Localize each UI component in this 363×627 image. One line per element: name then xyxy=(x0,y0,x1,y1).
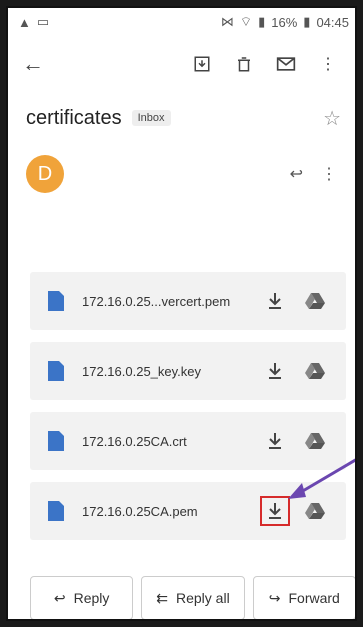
avatar[interactable]: D xyxy=(26,155,64,193)
sender-actions: ↩ ⋮ xyxy=(290,164,337,184)
file-icon xyxy=(48,501,64,521)
star-icon[interactable]: ☆ xyxy=(323,106,341,131)
email-screen: ▲ ▭ ⋈ ⌔ ▮ 16% ▮ 04:45 ← ⋮ certificates I… xyxy=(6,6,357,621)
status-left: ▲ ▭ xyxy=(18,14,49,30)
signal-icon: ▮ xyxy=(258,14,266,29)
back-arrow-icon[interactable]: ← xyxy=(22,51,44,77)
email-subject: certificates xyxy=(26,106,122,129)
reply-actions: ↩ Reply ⇇ Reply all ↪ Forward xyxy=(30,576,355,619)
battery-icon: ▮ xyxy=(303,14,311,29)
forward-label: Forward xyxy=(288,590,340,606)
wifi-icon: ⌔ xyxy=(239,14,253,29)
subject-row: certificates Inbox ☆ xyxy=(8,92,355,138)
status-bar: ▲ ▭ ⋈ ⌔ ▮ 16% ▮ 04:45 xyxy=(8,8,355,36)
drive-icon[interactable] xyxy=(302,428,328,454)
attachment-item[interactable]: 172.16.0.25CA.pem xyxy=(30,482,346,540)
attachment-item[interactable]: 172.16.0.25_key.key xyxy=(30,342,346,400)
reply-icon[interactable]: ↩ xyxy=(290,164,303,184)
attachment-name: 172.16.0.25CA.pem xyxy=(82,503,198,519)
attachments-list: 172.16.0.25...vercert.pem 172.16.0.25_ke… xyxy=(30,272,346,552)
notification-icon: ▲ xyxy=(18,14,31,30)
network-icon: ⋈ xyxy=(220,14,234,29)
reply-icon: ↩ xyxy=(53,589,66,606)
download-icon[interactable] xyxy=(262,358,288,384)
file-icon xyxy=(48,431,64,451)
attachment-item[interactable]: 172.16.0.25...vercert.pem xyxy=(30,272,346,330)
overflow-icon[interactable]: ⋮ xyxy=(311,47,345,81)
reply-label: Reply xyxy=(73,590,110,606)
reply-all-button[interactable]: ⇇ Reply all xyxy=(141,576,245,619)
file-icon xyxy=(48,361,64,381)
reply-all-icon: ⇇ xyxy=(156,589,168,606)
trash-icon[interactable] xyxy=(227,47,261,81)
attachment-name: 172.16.0.25_key.key xyxy=(82,363,202,379)
battery-percent: 16% xyxy=(271,14,298,30)
forward-button[interactable]: ↪ Forward xyxy=(252,576,355,619)
archive-icon[interactable] xyxy=(185,47,219,81)
download-icon[interactable] xyxy=(262,288,288,314)
sender-row: D ↩ ⋮ xyxy=(8,138,355,196)
reply-button[interactable]: ↩ Reply xyxy=(30,576,134,619)
attachment-name: 172.16.0.25...vercert.pem xyxy=(82,293,231,309)
mail-icon[interactable] xyxy=(269,47,303,81)
forward-icon: ↪ xyxy=(268,589,281,606)
inbox-badge[interactable]: Inbox xyxy=(131,110,171,126)
overflow-icon[interactable]: ⋮ xyxy=(321,164,337,184)
attachment-item[interactable]: 172.16.0.25CA.crt xyxy=(30,412,346,470)
drive-icon[interactable] xyxy=(302,498,328,524)
notification-icon: ▭ xyxy=(36,14,50,29)
clock: 04:45 xyxy=(316,14,349,30)
download-icon[interactable] xyxy=(262,428,288,454)
drive-icon[interactable] xyxy=(302,288,328,314)
status-right: ⋈ ⌔ ▮ 16% ▮ 04:45 xyxy=(221,14,349,30)
file-icon xyxy=(48,291,64,311)
reply-all-label: Reply all xyxy=(176,590,230,606)
download-icon[interactable] xyxy=(260,496,290,526)
toolbar: ← ⋮ xyxy=(8,36,355,92)
drive-icon[interactable] xyxy=(302,358,328,384)
attachment-name: 172.16.0.25CA.crt xyxy=(82,433,187,449)
